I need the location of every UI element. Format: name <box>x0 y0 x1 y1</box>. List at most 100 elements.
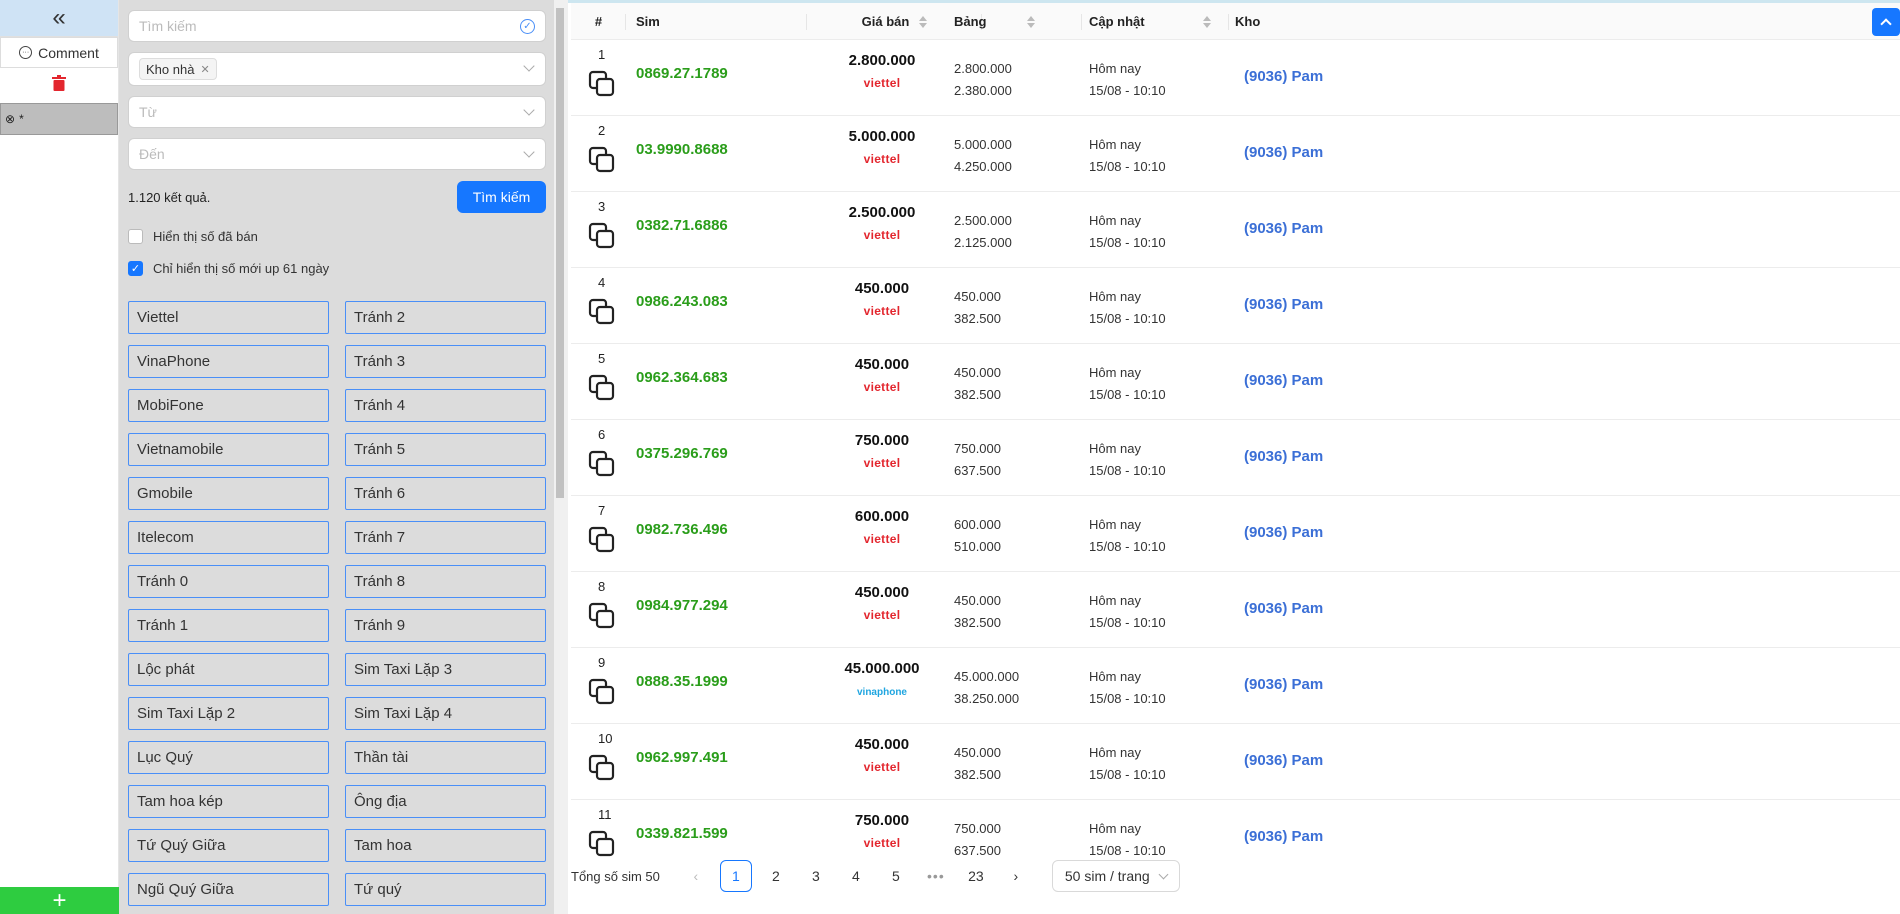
warehouse-link[interactable]: (9036) Pam <box>1244 68 1323 85</box>
category-option[interactable]: Tránh 8 <box>345 565 546 598</box>
page-button[interactable]: 2 <box>760 860 792 892</box>
prev-page-button[interactable]: ‹ <box>680 860 712 892</box>
table-row[interactable]: 8 0984.977.294 450.000 viettel 450.000 382.50… <box>571 572 1900 648</box>
copy-icon[interactable] <box>588 450 616 478</box>
price-from-select[interactable]: Từ <box>128 96 546 128</box>
category-option[interactable]: MobiFone <box>128 389 329 422</box>
header-board[interactable]: Bảng <box>954 3 1082 40</box>
sim-number[interactable]: 0339.821.599 <box>636 825 728 842</box>
copy-icon[interactable] <box>588 526 616 554</box>
sort-icon[interactable] <box>1026 15 1035 28</box>
show-sold-option[interactable]: Hiển thị số đã bán <box>128 220 546 252</box>
table-row[interactable]: 9 0888.35.1999 45.000.000 vinaphone 45.000.0… <box>571 648 1900 724</box>
warehouse-link[interactable]: (9036) Pam <box>1244 296 1323 313</box>
category-option[interactable]: Vietnamobile <box>128 433 329 466</box>
sim-number[interactable]: 0382.71.6886 <box>636 217 728 234</box>
warehouse-link[interactable]: (9036) Pam <box>1244 524 1323 541</box>
copy-icon[interactable] <box>588 754 616 782</box>
category-option[interactable]: Sim Taxi Lặp 4 <box>345 697 546 730</box>
warehouse-link[interactable]: (9036) Pam <box>1244 676 1323 693</box>
filter-scrollbar[interactable] <box>554 0 568 914</box>
category-option[interactable]: Viettel <box>128 301 329 334</box>
category-option[interactable]: Tránh 9 <box>345 609 546 642</box>
category-option[interactable]: Tránh 3 <box>345 345 546 378</box>
search-input[interactable]: Tìm kiếm ✓ <box>128 10 546 42</box>
warehouse-link[interactable]: (9036) Pam <box>1244 144 1323 161</box>
header-updated[interactable]: Cập nhật <box>1082 3 1229 40</box>
warehouse-link[interactable]: (9036) Pam <box>1244 372 1323 389</box>
table-row[interactable]: 6 0375.296.769 750.000 viettel 750.000 637.50… <box>571 420 1900 496</box>
page-button[interactable]: 5 <box>880 860 912 892</box>
sim-number[interactable]: 0982.736.496 <box>636 521 728 538</box>
copy-icon[interactable] <box>588 678 616 706</box>
copy-icon[interactable] <box>588 222 616 250</box>
table-row[interactable]: 2 03.9990.8688 5.000.000 viettel 5.000.000 4.… <box>571 116 1900 192</box>
category-option[interactable]: Lộc phát <box>128 653 329 686</box>
category-option[interactable]: Tránh 2 <box>345 301 546 334</box>
category-option[interactable]: Tránh 5 <box>345 433 546 466</box>
close-circle-icon[interactable]: ⊗ <box>5 112 15 126</box>
saved-filter-tag[interactable]: ⊗ * <box>0 103 118 135</box>
category-option[interactable]: Thần tài <box>345 741 546 774</box>
copy-icon[interactable] <box>588 146 616 174</box>
delete-button[interactable] <box>0 68 118 98</box>
category-option[interactable]: Itelecom <box>128 521 329 554</box>
next-page-button[interactable]: › <box>1000 860 1032 892</box>
category-option[interactable]: Tránh 4 <box>345 389 546 422</box>
table-row[interactable]: 5 0962.364.683 450.000 viettel 450.000 382.50… <box>571 344 1900 420</box>
collapse-sidebar-button[interactable]: « <box>0 0 118 37</box>
add-button[interactable]: + <box>0 887 119 914</box>
search-button[interactable]: Tìm kiếm <box>457 181 546 213</box>
warehouse-select[interactable]: Kho nhà ✕ <box>128 52 546 86</box>
sort-icon[interactable] <box>1202 15 1211 28</box>
page-ellipsis[interactable]: ••• <box>920 860 952 892</box>
table-row[interactable]: 3 0382.71.6886 2.500.000 viettel 2.500.000 2.… <box>571 192 1900 268</box>
copy-icon[interactable] <box>588 374 616 402</box>
category-option[interactable]: Tránh 1 <box>128 609 329 642</box>
category-option[interactable]: Lục Quý <box>128 741 329 774</box>
page-button[interactable]: 1 <box>719 860 752 892</box>
copy-icon[interactable] <box>588 602 616 630</box>
sim-number[interactable]: 0888.35.1999 <box>636 673 728 690</box>
category-option[interactable]: Tránh 7 <box>345 521 546 554</box>
warehouse-link[interactable]: (9036) Pam <box>1244 828 1323 845</box>
sim-number[interactable]: 0375.296.769 <box>636 445 728 462</box>
category-option[interactable]: Gmobile <box>128 477 329 510</box>
remove-chip-icon[interactable]: ✕ <box>200 63 209 76</box>
category-option[interactable]: Sim Taxi Lặp 3 <box>345 653 546 686</box>
category-option[interactable]: Tứ quý <box>345 873 546 906</box>
category-option[interactable]: Tứ Quý Giữa <box>128 829 329 862</box>
sim-number[interactable]: 0869.27.1789 <box>636 65 728 82</box>
category-option[interactable]: Tam hoa kép <box>128 785 329 818</box>
table-row[interactable]: 1 0869.27.1789 2.800.000 viettel 2.800.000 2.… <box>571 40 1900 116</box>
price-to-select[interactable]: Đến <box>128 138 546 170</box>
table-row[interactable]: 7 0982.736.496 600.000 viettel 600.000 510.00… <box>571 496 1900 572</box>
table-row[interactable]: 4 0986.243.083 450.000 viettel 450.000 382.50… <box>571 268 1900 344</box>
show-new-option[interactable]: ✓ Chỉ hiển thị số mới up 61 ngày <box>128 252 546 284</box>
show-sold-checkbox[interactable] <box>128 228 143 244</box>
category-option[interactable]: Ngũ Quý Giữa <box>128 873 329 906</box>
sim-number[interactable]: 0984.977.294 <box>636 597 728 614</box>
sort-icon[interactable] <box>919 15 928 28</box>
page-button[interactable]: 23 <box>960 860 992 892</box>
page-size-select[interactable]: 50 sim / trang <box>1051 860 1180 892</box>
sim-number[interactable]: 0962.997.491 <box>636 749 728 766</box>
category-option[interactable]: Tránh 0 <box>128 565 329 598</box>
copy-icon[interactable] <box>588 70 616 98</box>
warehouse-link[interactable]: (9036) Pam <box>1244 600 1323 617</box>
sim-number[interactable]: 03.9990.8688 <box>636 141 728 158</box>
category-option[interactable]: VinaPhone <box>128 345 329 378</box>
sim-number[interactable]: 0986.243.083 <box>636 293 728 310</box>
page-button[interactable]: 3 <box>800 860 832 892</box>
category-option[interactable]: Ông địa <box>345 785 546 818</box>
category-option[interactable]: Tam hoa <box>345 829 546 862</box>
copy-icon[interactable] <box>588 298 616 326</box>
warehouse-link[interactable]: (9036) Pam <box>1244 220 1323 237</box>
warehouse-link[interactable]: (9036) Pam <box>1244 448 1323 465</box>
warehouse-link[interactable]: (9036) Pam <box>1244 752 1323 769</box>
scrollbar-thumb[interactable] <box>556 8 564 498</box>
category-option[interactable]: Tránh 6 <box>345 477 546 510</box>
page-button[interactable]: 4 <box>840 860 872 892</box>
scroll-to-top-button[interactable] <box>1872 8 1900 36</box>
category-option[interactable]: Sim Taxi Lặp 2 <box>128 697 329 730</box>
